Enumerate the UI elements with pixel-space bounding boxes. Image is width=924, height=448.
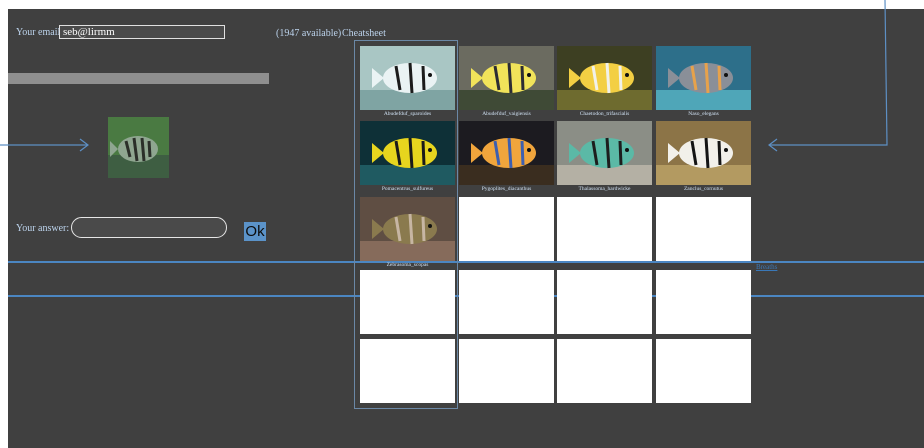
left-arrow-icon (0, 138, 89, 152)
fish-caption: Abudefduf_vaigiensis (482, 111, 531, 117)
fish-thumbnail[interactable]: Abudefduf_vaigiensis (459, 46, 554, 117)
fish-icon (557, 46, 652, 110)
fish-caption: Abudefduf_sparoides (383, 111, 432, 117)
fish-caption: Naso_elegans (688, 111, 719, 117)
fish-icon (656, 46, 751, 110)
fish-thumbnail[interactable]: Abudefduf_sparoides (360, 46, 455, 117)
fish-thumbnail[interactable]: Zebrasoma_scopas (360, 197, 455, 268)
fish-thumbnail[interactable]: Naso_elegans (656, 46, 751, 117)
fish-caption: Zebrasoma_scopas (386, 262, 429, 268)
right-arrow-icon (768, 0, 888, 152)
empty-slot[interactable] (656, 339, 751, 403)
fish-caption: Thalassoma_hardwicke (578, 186, 631, 192)
fish-caption: Chaetodon_trifascialis (579, 111, 630, 117)
fish-thumbnail[interactable]: Pomacentrus_sulfureus (360, 121, 455, 192)
empty-slot[interactable] (557, 270, 652, 334)
fish-icon (360, 121, 455, 185)
fish-icon (360, 46, 455, 110)
fish-thumbnail[interactable]: Pygoplites_diacanthus (459, 121, 554, 192)
fish-thumbnail[interactable]: Thalassoma_hardwicke (557, 121, 652, 192)
fish-icon (656, 121, 751, 185)
empty-slot[interactable] (656, 270, 751, 334)
fish-thumbnail[interactable]: Zanclus_cornutus (656, 121, 751, 192)
empty-slot[interactable] (459, 197, 554, 261)
fish-icon (459, 121, 554, 185)
empty-slot[interactable] (656, 197, 751, 261)
empty-slot[interactable] (360, 270, 455, 334)
fish-icon (459, 46, 554, 110)
fish-icon (360, 197, 455, 261)
empty-slot[interactable] (557, 197, 652, 261)
fish-icon (557, 121, 652, 185)
empty-slot[interactable] (459, 270, 554, 334)
empty-slot[interactable] (557, 339, 652, 403)
fish-thumbnail[interactable]: Chaetodon_trifascialis (557, 46, 652, 117)
fish-caption: Zanclus_cornutus (683, 186, 724, 192)
empty-slot[interactable] (360, 339, 455, 403)
fish-caption: Pygoplites_diacanthus (481, 186, 532, 192)
fish-caption: Pomacentrus_sulfureus (381, 186, 434, 192)
empty-slot[interactable] (459, 339, 554, 403)
